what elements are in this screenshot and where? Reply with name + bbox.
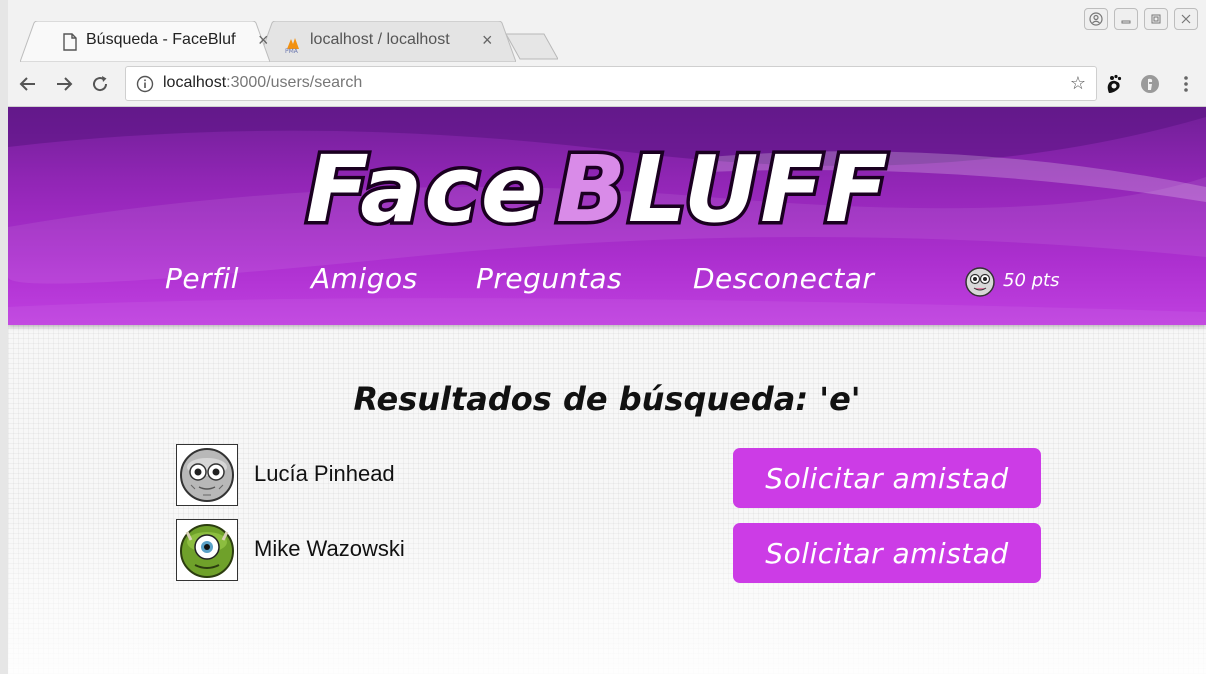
minimize-icon[interactable] xyxy=(1114,8,1138,30)
info-icon[interactable] xyxy=(136,75,154,93)
reload-icon[interactable] xyxy=(88,72,112,96)
site-header: Face B LUFF Perfil Amigos Preguntas Desc… xyxy=(8,107,1206,325)
browser-toolbar: localhost:3000/users/search ☆ xyxy=(8,62,1206,107)
solicitar-amistad-button[interactable]: Solicitar amistad xyxy=(733,448,1041,508)
svg-text:Face: Face xyxy=(306,136,545,235)
browser-tab-phpmyadmin[interactable]: PMA localhost / localhost × xyxy=(258,21,516,62)
extension-ghostery-icon[interactable] xyxy=(1138,72,1162,96)
svg-text:LUFF: LUFF xyxy=(628,136,890,235)
result-name[interactable]: Lucía Pinhead xyxy=(254,461,395,487)
menu-kebab-icon[interactable] xyxy=(1174,72,1198,96)
tab-close-icon[interactable]: × xyxy=(482,30,493,51)
svg-text:B: B xyxy=(556,136,626,235)
search-result-row: Lucía Pinhead Solicitar amistad xyxy=(176,444,1046,508)
user-avatar-icon[interactable] xyxy=(965,267,995,297)
tab-close-icon[interactable]: × xyxy=(258,30,269,51)
profile-icon[interactable] xyxy=(1084,8,1108,30)
address-bar[interactable]: localhost:3000/users/search ☆ xyxy=(125,66,1097,101)
green-cyclops-avatar xyxy=(176,519,238,581)
url-path: :3000/users/search xyxy=(226,74,363,91)
tab-title: localhost / localhost xyxy=(310,31,450,48)
bookmark-star-icon[interactable]: ☆ xyxy=(1070,73,1086,94)
window-controls xyxy=(1084,8,1198,30)
back-arrow-icon[interactable] xyxy=(16,72,40,96)
forward-arrow-icon[interactable] xyxy=(52,72,76,96)
nav-link-desconectar[interactable]: Desconectar xyxy=(693,262,874,295)
user-points: 50 pts xyxy=(1003,270,1060,291)
search-result-row: Mike Wazowski Solicitar amistad xyxy=(176,519,1046,583)
nav-link-perfil[interactable]: Perfil xyxy=(165,262,239,295)
svg-text:PMA: PMA xyxy=(285,48,299,53)
page-viewport: Face B LUFF Perfil Amigos Preguntas Desc… xyxy=(8,107,1206,674)
url-host: localhost xyxy=(163,74,227,91)
search-results-heading: Resultados de búsqueda: 'e' xyxy=(353,380,861,419)
address-url[interactable]: localhost:3000/users/search xyxy=(163,74,362,92)
browser-tab-active[interactable]: Búsqueda - FaceBluff × xyxy=(20,21,270,62)
browser-tabstrip: PMA localhost / localhost × Búsqueda - F… xyxy=(0,0,1206,62)
close-window-icon[interactable] xyxy=(1174,8,1198,30)
extension-gnome-icon[interactable] xyxy=(1102,72,1126,96)
phpmyadmin-icon: PMA xyxy=(285,38,299,53)
tab-title: Búsqueda - FaceBluff xyxy=(86,31,236,48)
maximize-icon[interactable] xyxy=(1144,8,1168,30)
document-icon xyxy=(63,33,77,51)
result-name[interactable]: Mike Wazowski xyxy=(254,536,405,562)
solicitar-amistad-button[interactable]: Solicitar amistad xyxy=(733,523,1041,583)
facebluff-logo: Face B LUFF xyxy=(303,133,892,236)
nav-link-amigos[interactable]: Amigos xyxy=(311,262,418,295)
nav-link-preguntas[interactable]: Preguntas xyxy=(476,262,622,295)
grey-alien-avatar xyxy=(176,444,238,506)
